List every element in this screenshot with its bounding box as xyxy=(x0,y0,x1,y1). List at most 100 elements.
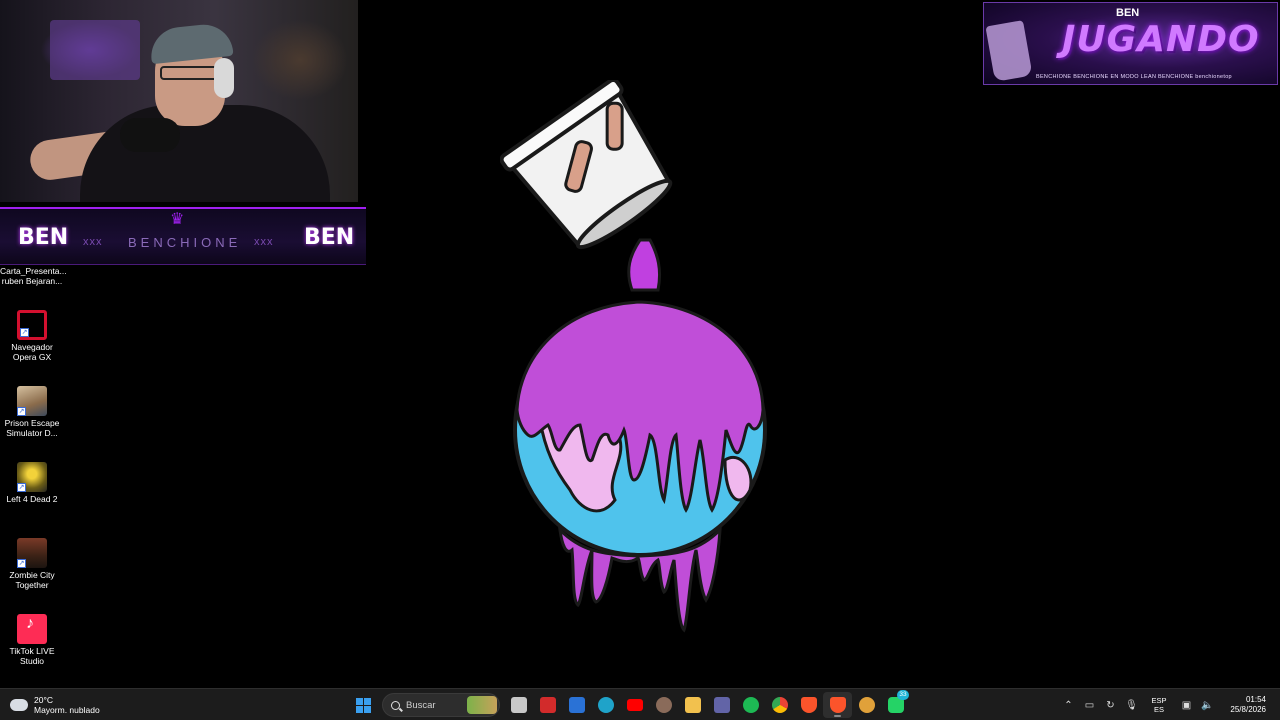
desktop-icon-tiktok-live[interactable]: TikTok LIVEStudio xyxy=(0,614,64,666)
search-placeholder: Buscar xyxy=(406,699,436,711)
desktop-icon-zombie-city[interactable]: ↗ Zombie City Together xyxy=(0,538,64,590)
streamer-name-banner: ♛ BEN xxx BENCHIONE xxx BEN xyxy=(0,207,366,265)
desktop-icon-carta[interactable]: Carta_Presenta... ruben Bejaran... xyxy=(0,266,67,286)
shortcut-arrow-icon: ↗ xyxy=(17,407,26,416)
volume-button[interactable]: 🔈 xyxy=(1197,692,1218,718)
desktop: ♛ BEN xxx BENCHIONE xxx BEN Carta_Presen… xyxy=(0,0,1280,688)
task-view-icon xyxy=(510,697,527,713)
active-indicator xyxy=(834,715,841,717)
ben-logo-right: BEN xyxy=(304,225,355,250)
jugando-overlay: BEN JUGANDO BENCHIONE BENCHIONE EN MODO … xyxy=(983,2,1278,85)
speaker-icon: 🔈 xyxy=(1201,699,1214,711)
search-highlight-icon xyxy=(467,696,497,714)
taskbar-search[interactable]: Buscar xyxy=(382,693,500,717)
taskbar-app-whatsapp[interactable]: 33 xyxy=(881,690,910,718)
taskbar-app-brave[interactable] xyxy=(794,692,823,718)
network-button[interactable]: ▣ xyxy=(1176,692,1197,718)
clock-time: 01:54 xyxy=(1245,695,1266,704)
outlook-icon xyxy=(568,697,585,713)
tray-mic-button[interactable]: 🎙 xyxy=(1121,692,1142,718)
wallpaper-globe-art xyxy=(500,80,767,633)
taskbar-app-spotify[interactable] xyxy=(736,692,765,718)
search-icon xyxy=(391,700,400,710)
desktop-icon-prison-escape[interactable]: ↗ Prison Escape Simulator D... xyxy=(0,386,64,438)
show-hidden-icons-button[interactable]: ⌃ xyxy=(1058,692,1079,718)
jugando-logo: BEN xyxy=(1116,7,1140,19)
clock-date: 25/8/2026 xyxy=(1230,705,1266,714)
notification-badge: 33 xyxy=(897,690,909,700)
webcam-shelf xyxy=(50,20,140,80)
shortcut-arrow-icon: ↗ xyxy=(17,483,26,492)
weather-text: 20°C Mayorm. nublado xyxy=(34,695,100,715)
spotify-icon xyxy=(742,697,759,713)
opera-gx-icon: ↗ xyxy=(17,310,47,340)
lang-secondary: ES xyxy=(1153,705,1164,714)
app-icon xyxy=(858,697,875,713)
cup-graphic xyxy=(985,20,1033,82)
webcam-glasses xyxy=(160,66,218,80)
taskbar-app-task-view[interactable] xyxy=(504,692,533,718)
icon-label: Prison Escape Simulator D... xyxy=(4,418,60,438)
crown-icon: ♛ xyxy=(170,211,185,228)
lang-primary: ESP xyxy=(1151,696,1167,705)
microphone-icon: 🎙 xyxy=(1125,699,1138,711)
weather-desc: Mayorm. nublado xyxy=(34,705,100,715)
chrome-icon xyxy=(771,697,788,713)
taskbar-app-brave-active[interactable] xyxy=(823,692,852,718)
taskbar: 20°C Mayorm. nublado Buscar 33 ⌃ ▭ ↻ 🎙 E… xyxy=(0,688,1280,720)
start-button[interactable] xyxy=(349,692,378,718)
banner-xxx-left: xxx xyxy=(83,236,103,248)
avatar-icon xyxy=(655,697,672,713)
taskbar-app-outlook[interactable] xyxy=(562,692,591,718)
taskbar-app-profile[interactable] xyxy=(649,692,678,718)
taskbar-app-chrome[interactable] xyxy=(765,692,794,718)
amd-software-icon xyxy=(539,697,556,713)
edge-icon xyxy=(597,697,614,713)
youtube-icon xyxy=(626,699,643,711)
language-indicator[interactable]: ESP ES xyxy=(1146,696,1172,714)
ben-logo-left: BEN xyxy=(18,225,69,250)
sync-icon: ↻ xyxy=(1106,699,1115,711)
icon-label: Zombie City Together xyxy=(9,570,55,590)
prison-escape-icon: ↗ xyxy=(17,386,47,416)
zombie-city-icon: ↗ xyxy=(17,538,47,568)
webcam-overlay xyxy=(0,0,358,202)
taskbar-apps: Buscar 33 xyxy=(349,690,910,718)
taskbar-app-file-explorer[interactable] xyxy=(678,692,707,718)
taskbar-app-amd[interactable] xyxy=(533,692,562,718)
weather-temp: 20°C xyxy=(34,695,53,705)
system-tray: ⌃ ▭ ↻ 🎙 ESP ES ▣ 🔈 01:54 25/8/2026 xyxy=(1058,689,1280,720)
weather-widget[interactable]: 20°C Mayorm. nublado xyxy=(10,692,100,718)
jugando-title: JUGANDO xyxy=(1062,19,1260,60)
desktop-icon-opera-gx[interactable]: ↗ Navegador Opera GX xyxy=(0,310,64,362)
webcam-microphone xyxy=(120,118,180,152)
teams-icon xyxy=(713,697,730,713)
desktop-icon-left4dead2[interactable]: ↗ Left 4 Dead 2 xyxy=(0,462,64,504)
folder-icon xyxy=(684,697,701,713)
windows-logo-icon xyxy=(356,697,371,713)
taskbar-app-teams[interactable] xyxy=(707,692,736,718)
taskbar-app-edge[interactable] xyxy=(591,692,620,718)
shortcut-arrow-icon: ↗ xyxy=(20,328,29,337)
monitor-icon: ▭ xyxy=(1084,699,1095,711)
tray-app-button[interactable]: ▭ xyxy=(1079,692,1100,718)
icon-label: Carta_Presenta... ruben Bejaran... xyxy=(0,266,67,286)
banner-xxx-right: xxx xyxy=(254,236,274,248)
brave-icon xyxy=(829,697,846,713)
brave-icon xyxy=(800,697,817,713)
taskbar-app-youtube[interactable] xyxy=(620,692,649,718)
clock[interactable]: 01:54 25/8/2026 xyxy=(1218,695,1280,715)
jugando-social-strip: BENCHIONE BENCHIONE EN MODO LEAN BENCHIO… xyxy=(1036,74,1232,80)
chevron-up-icon: ⌃ xyxy=(1064,699,1073,711)
taskbar-app-unknown[interactable] xyxy=(852,692,881,718)
tray-sync-button[interactable]: ↻ xyxy=(1100,692,1121,718)
webcam-headphone xyxy=(214,58,234,98)
streamer-name: BENCHIONE xyxy=(128,235,242,250)
left4dead2-icon: ↗ xyxy=(17,462,47,492)
shortcut-arrow-icon: ↗ xyxy=(17,559,26,568)
wallpaper-cup xyxy=(500,80,673,250)
network-icon: ▣ xyxy=(1181,699,1192,711)
icon-label: TikTok LIVE Studio xyxy=(9,646,55,666)
partly-cloudy-icon xyxy=(10,693,28,711)
icon-label: Navegador Opera GX xyxy=(11,342,53,362)
